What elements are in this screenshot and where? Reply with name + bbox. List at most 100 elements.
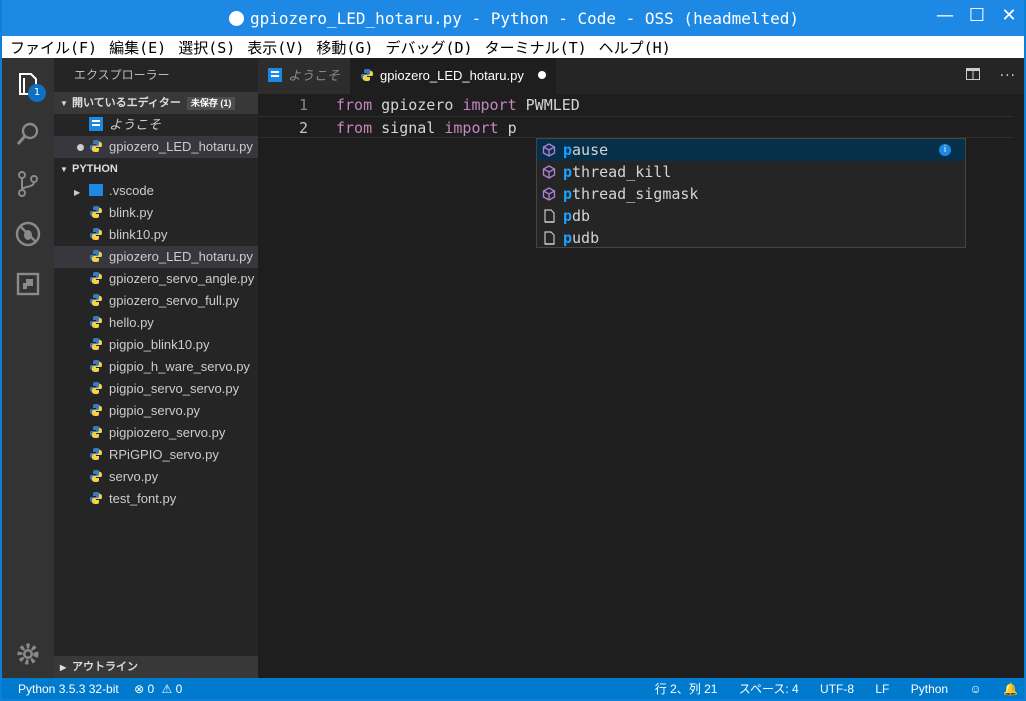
identifier: signal: [372, 119, 445, 137]
file-item[interactable]: pigpiozero_servo.py: [54, 422, 258, 444]
menu-debug[interactable]: デバッグ(D): [385, 37, 472, 58]
welcome-icon: [268, 68, 282, 82]
line-text: from gpiozero import PWMLED: [336, 94, 580, 116]
outline-label: アウトライン: [72, 661, 138, 673]
chevron-down-icon: ▼: [60, 165, 68, 174]
indentation[interactable]: スペース: 4: [739, 682, 799, 696]
search-icon[interactable]: [14, 120, 42, 148]
folder-header[interactable]: ▼ PYTHON: [54, 158, 258, 180]
python-icon: [90, 228, 102, 240]
suggestion-item[interactable]: pudb: [537, 227, 965, 249]
split-editor-icon[interactable]: [965, 68, 980, 84]
unsaved-dot-icon: [228, 10, 244, 26]
file-item[interactable]: servo.py: [54, 466, 258, 488]
chevron-right-icon: ▶: [74, 188, 81, 197]
explorer-sidebar: エクスプローラー ▼ 開いているエディター 未保存 (1) ようこそ gpiozer…: [54, 58, 258, 678]
keyword: import: [462, 96, 517, 114]
file-item[interactable]: gpiozero_servo_angle.py: [54, 268, 258, 290]
python-icon: [90, 492, 102, 504]
line-text: from signal import p: [336, 117, 517, 139]
modified-dot-icon: [77, 144, 84, 151]
open-editor-item[interactable]: gpiozero_LED_hotaru.py: [54, 136, 258, 158]
editor-area: ようこそ gpiozero_LED_hotaru.py ··· 1 from g…: [258, 58, 1024, 678]
suggestion-item[interactable]: pthread_sigmask: [537, 183, 965, 205]
suggestion-item[interactable]: pthread_kill: [537, 161, 965, 183]
explorer-badge: 1: [28, 84, 46, 102]
more-actions-icon[interactable]: ···: [1000, 68, 1016, 84]
file-item[interactable]: gpiozero_servo_full.py: [54, 290, 258, 312]
editor-scrollbar[interactable]: [1014, 94, 1024, 678]
interpreter-selector[interactable]: Python 3.5.3 32-bit: [18, 682, 119, 696]
problems-indicator[interactable]: ⊗ 0 ⚠ 0: [134, 682, 182, 696]
file-item[interactable]: pigpio_servo.py: [54, 400, 258, 422]
file-item[interactable]: pigpio_servo_servo.py: [54, 378, 258, 400]
info-icon[interactable]: i: [939, 144, 951, 156]
code-line: 1 from gpiozero import PWMLED: [258, 94, 1024, 116]
file-label: blink10.py: [109, 227, 168, 242]
folder-label: PYTHON: [72, 163, 118, 175]
cursor-position[interactable]: 行 2、列 21: [655, 682, 718, 696]
extensions-icon[interactable]: [14, 270, 42, 298]
window-title: gpiozero_LED_hotaru.py - Python - Code -…: [249, 8, 800, 28]
error-icon: ⊗: [134, 682, 145, 696]
python-icon: [361, 69, 374, 81]
file-label: pigpio_blink10.py: [109, 337, 210, 352]
maximize-button[interactable]: ☐: [968, 6, 986, 26]
menu-go[interactable]: 移動(G): [316, 37, 373, 58]
end-of-line[interactable]: LF: [875, 682, 889, 696]
folder-item[interactable]: ▶ .vscode: [54, 180, 258, 202]
suggestion-label: thread_sigmask: [572, 185, 699, 203]
menu-help[interactable]: ヘルプ(H): [599, 37, 671, 58]
outline-header[interactable]: ▶ アウトライン: [54, 656, 258, 678]
python-icon: [90, 404, 102, 416]
file-item[interactable]: hello.py: [54, 312, 258, 334]
open-editor-item[interactable]: ようこそ: [54, 114, 258, 136]
suggestion-match: p: [563, 207, 573, 225]
file-item[interactable]: gpiozero_LED_hotaru.py: [54, 246, 258, 268]
suggestion-item[interactable]: pdb: [537, 205, 965, 227]
file-label: pigpio_servo.py: [109, 403, 201, 418]
file-item[interactable]: blink10.py: [54, 224, 258, 246]
open-editor-label: gpiozero_LED_hotaru.py: [109, 139, 253, 154]
file-item[interactable]: RPiGPIO_servo.py: [54, 444, 258, 466]
python-icon: [90, 470, 102, 482]
python-icon: [90, 426, 102, 438]
feedback-smiley-icon[interactable]: ☺: [969, 682, 981, 696]
menu-terminal[interactable]: ターミナル(T): [485, 37, 587, 58]
open-editors-label: 開いているエディター: [72, 97, 181, 109]
file-item[interactable]: blink.py: [54, 202, 258, 224]
python-icon: [90, 382, 102, 394]
file-icon: [544, 231, 555, 245]
suggestion-match: p: [563, 185, 573, 203]
python-icon: [90, 316, 102, 328]
menu-edit[interactable]: 編集(E): [109, 37, 166, 58]
python-icon: [90, 206, 102, 218]
notifications-bell-icon[interactable]: 🔔: [1003, 682, 1018, 696]
file-label: RPiGPIO_servo.py: [109, 447, 219, 462]
menu-view[interactable]: 表示(V): [247, 37, 304, 58]
file-item[interactable]: pigpio_h_ware_servo.py: [54, 356, 258, 378]
file-item[interactable]: pigpio_blink10.py: [54, 334, 258, 356]
debug-icon[interactable]: [14, 220, 42, 248]
suggestion-match: p: [563, 163, 573, 181]
language-mode[interactable]: Python: [911, 682, 948, 696]
suggestion-label: udb: [572, 229, 600, 247]
settings-icon[interactable]: [14, 640, 42, 668]
tab-gpiozero-led-hotaru[interactable]: gpiozero_LED_hotaru.py: [350, 58, 556, 94]
python-icon: [90, 250, 102, 262]
chevron-right-icon: ▶: [60, 663, 67, 672]
open-editors-header[interactable]: ▼ 開いているエディター 未保存 (1): [54, 92, 258, 114]
tab-welcome[interactable]: ようこそ: [258, 58, 351, 94]
file-label: gpiozero_LED_hotaru.py: [109, 249, 253, 264]
source-control-icon[interactable]: [14, 170, 42, 198]
menu-file[interactable]: ファイル(F): [10, 37, 97, 58]
encoding[interactable]: UTF-8: [820, 682, 854, 696]
identifier: gpiozero: [372, 96, 463, 114]
file-item[interactable]: test_font.py: [54, 488, 258, 510]
menu-selection[interactable]: 選択(S): [178, 37, 235, 58]
tab-label: gpiozero_LED_hotaru.py: [380, 68, 524, 83]
suggestion-item[interactable]: pause i: [537, 139, 965, 161]
minimize-button[interactable]: —: [936, 6, 954, 26]
close-button[interactable]: ✕: [1000, 6, 1018, 26]
vscode-window: gpiozero_LED_hotaru.py - Python - Code -…: [0, 0, 1026, 701]
